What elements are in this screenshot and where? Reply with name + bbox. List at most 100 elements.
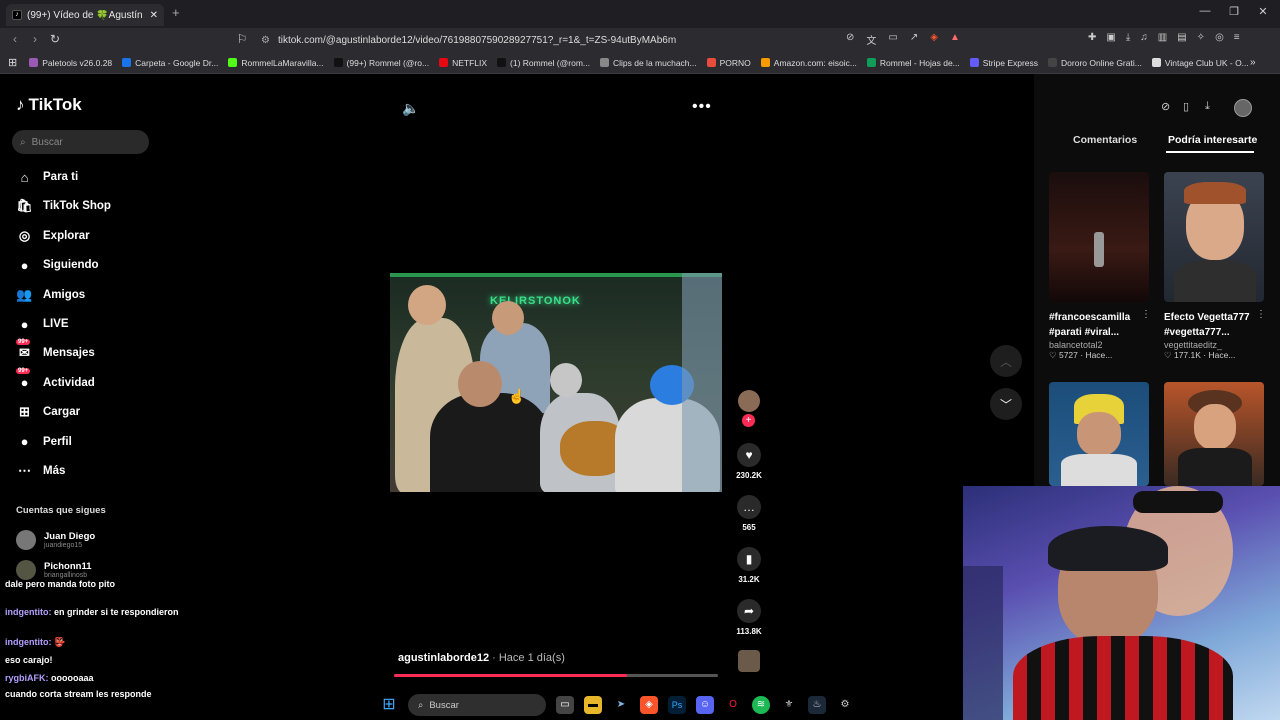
card-menu-icon[interactable]: ⋮ — [1256, 309, 1266, 320]
no-ads-icon[interactable]: ⊘ — [846, 32, 854, 47]
share-action[interactable]: ➦ 113.8K — [735, 599, 763, 636]
tiktok-logo[interactable]: ♪ TikTok — [16, 95, 82, 115]
video-author-line[interactable]: agustinlaborde12 · Hace 1 día(s) — [398, 652, 565, 664]
search-input[interactable]: ⌕ Buscar — [12, 130, 149, 154]
sidebar-item-cargar[interactable]: ⊞ Cargar — [16, 401, 80, 423]
bookmark-item[interactable]: RommelLaMaravilla... — [228, 58, 324, 68]
photoshop-icon[interactable]: Ps — [668, 696, 686, 714]
close-tab-icon[interactable]: ✕ — [150, 10, 158, 21]
browser-tab[interactable]: ♪ (99+) Vídeo de 🍀Agustín A… ✕ — [6, 4, 164, 26]
share-page-icon[interactable]: ↗ — [910, 32, 918, 47]
sidebar-item-mensajes[interactable]: ✉ 99+ Mensajes — [16, 338, 95, 364]
previous-video-button[interactable]: ︿ — [990, 345, 1022, 377]
author-avatar[interactable] — [738, 390, 760, 412]
video-progress-bar[interactable] — [394, 674, 718, 677]
apps-icon[interactable]: ⊞ — [8, 56, 17, 69]
volume-icon[interactable]: 🔈 — [402, 100, 419, 117]
sidebar-item-explorar[interactable]: ◎ Explorar — [16, 225, 90, 247]
comment-icon[interactable]: … — [737, 495, 761, 519]
bookmark-page-icon[interactable]: ⚐ — [233, 32, 251, 46]
extensions-icon[interactable]: ✚ — [1088, 32, 1096, 43]
bookmark-item[interactable]: NETFLIX — [439, 58, 487, 68]
ai-icon[interactable]: ✧ — [1197, 32, 1205, 43]
comment-action[interactable]: … 565 — [735, 495, 763, 532]
next-video-button[interactable]: ﹀ — [990, 388, 1022, 420]
downloads-icon[interactable]: ⤓ — [1126, 32, 1130, 43]
bookmark-item[interactable]: PORNO — [706, 58, 751, 68]
bookmark-item[interactable]: Dororo Online Grati... — [1048, 58, 1142, 68]
bookmark-item[interactable]: (99+) Rommel (@ro... — [333, 58, 429, 68]
recommended-thumbnail[interactable] — [1164, 172, 1264, 302]
minimize-icon[interactable]: — — [1190, 5, 1220, 17]
sidebar-item-tiktok-shop[interactable]: 🛍 TikTok Shop — [16, 195, 111, 217]
telegram-icon[interactable]: ➤ — [612, 696, 630, 714]
tab-recommended[interactable]: Podría interesarte — [1168, 134, 1257, 146]
device-icon[interactable]: ▯ — [1183, 100, 1189, 113]
discord-icon[interactable]: ☺ — [696, 696, 714, 714]
user-avatar[interactable] — [1234, 99, 1252, 117]
followed-account[interactable]: Pichonn11 briangallinosb — [16, 560, 92, 580]
translate-icon[interactable]: 文 — [866, 32, 876, 47]
author-handle[interactable]: agustinlaborde12 — [398, 652, 489, 664]
reload-icon[interactable]: ↻ — [46, 32, 64, 46]
brave-icon[interactable]: ◈ — [640, 696, 658, 714]
download-app-icon[interactable]: ⤓ — [1205, 100, 1210, 113]
bookmark-icon[interactable]: ▮ — [737, 547, 761, 571]
vpn-icon[interactable]: ◎ — [1215, 32, 1224, 43]
bookmark-item[interactable]: (1) Rommel (@rom... — [497, 58, 590, 68]
bookmark-item[interactable]: Carpeta - Google Dr... — [122, 58, 218, 68]
followed-account[interactable]: Juan Diego juandiego15 — [16, 530, 95, 550]
bookmark-item[interactable]: Amazon.com: eisoic... — [760, 58, 857, 68]
card-menu-icon[interactable]: ⋮ — [1141, 309, 1151, 320]
more-options-icon[interactable]: ••• — [692, 98, 712, 116]
wallet-icon[interactable]: ▣ — [1106, 32, 1115, 43]
sidebar-item-perfil[interactable]: ● Perfil — [16, 431, 72, 453]
bookmark-item[interactable]: Stripe Express — [969, 58, 1038, 68]
maximize-icon[interactable]: ❐ — [1219, 5, 1249, 18]
follow-plus-icon[interactable]: + — [742, 414, 755, 427]
bookmark-item[interactable]: Vintage Club UK - O... — [1151, 58, 1249, 68]
opera-icon[interactable]: O — [724, 696, 742, 714]
sidebar-item-amigos[interactable]: 👥 Amigos — [16, 284, 85, 306]
windows-start-icon[interactable]: ⊞ — [380, 696, 398, 714]
bookmark-item[interactable]: Clips de la muchach... — [599, 58, 697, 68]
recommended-thumbnail[interactable] — [1049, 172, 1149, 302]
app-icon-2[interactable]: ⚙ — [836, 696, 854, 714]
sidebar-item-más[interactable]: ⋯ Más — [16, 460, 65, 482]
screenshot-icon[interactable]: ▭ — [888, 32, 897, 47]
steam-icon[interactable]: ♨ — [808, 696, 826, 714]
site-info-icon[interactable]: ⚙ — [261, 35, 270, 46]
sidebar-item-live[interactable]: ● LIVE — [16, 313, 69, 335]
bookmark-item[interactable]: Rommel - Hojas de... — [866, 58, 960, 68]
recommended-thumbnail[interactable] — [1164, 382, 1264, 486]
close-window-icon[interactable]: ✕ — [1248, 5, 1278, 18]
reader-icon[interactable]: ▤ — [1177, 32, 1186, 43]
file-explorer-icon[interactable]: ▬ — [584, 696, 602, 714]
like-action[interactable]: ♥ 230.2K — [735, 443, 763, 480]
compass-small-icon[interactable]: ⊘ — [1161, 100, 1170, 113]
sidebar-item-actividad[interactable]: ● 99+ Actividad — [16, 368, 95, 394]
back-icon[interactable]: ‹ — [6, 32, 24, 46]
forward-icon[interactable]: › — [26, 32, 44, 46]
video-player[interactable]: KELIRSTONOK — [390, 273, 722, 492]
sidebar-item-para-ti[interactable]: ⌂ Para ti — [16, 166, 79, 188]
menu-icon[interactable]: ≡ — [1234, 32, 1240, 43]
more-bookmarks-icon[interactable]: » — [1250, 57, 1256, 68]
sidebar-toggle-icon[interactable]: ▥ — [1158, 32, 1167, 43]
sound-disc-icon[interactable] — [738, 650, 760, 672]
brave-shield-icon[interactable]: ◈ — [930, 32, 938, 47]
heart-icon[interactable]: ♥ — [737, 443, 761, 467]
sidebar-item-siguiendo[interactable]: ● Siguiendo — [16, 254, 99, 276]
taskbar-search[interactable]: ⌕ Buscar — [408, 694, 546, 716]
spotify-icon[interactable]: ≋ — [752, 696, 770, 714]
music-icon[interactable]: ♫ — [1140, 32, 1148, 43]
tab-comments[interactable]: Comentarios — [1073, 134, 1137, 146]
app-icon[interactable]: ⚜ — [780, 696, 798, 714]
share-icon[interactable]: ➦ — [737, 599, 761, 623]
new-tab-button[interactable]: + — [172, 5, 180, 20]
recommended-thumbnail[interactable] — [1049, 382, 1149, 486]
bookmark-item[interactable]: Paletools v26.0.28 — [29, 58, 112, 68]
task-view-icon[interactable]: ▭ — [556, 696, 574, 714]
save-action[interactable]: ▮ 31.2K — [735, 547, 763, 584]
brave-rewards-icon[interactable]: ▲ — [950, 32, 960, 47]
